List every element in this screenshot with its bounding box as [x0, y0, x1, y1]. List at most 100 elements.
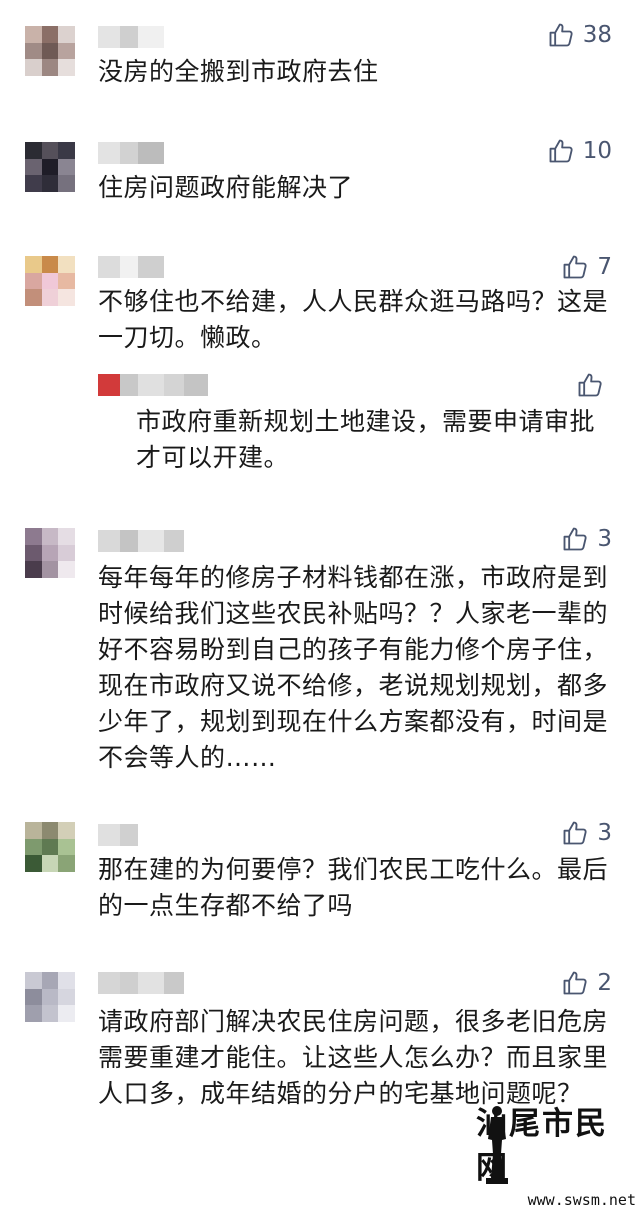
avatar-pixel: [58, 256, 75, 273]
avatar-pixel: [25, 988, 42, 1006]
like-count: 10: [582, 138, 612, 164]
name-pixel: [98, 530, 120, 552]
name-pixel: [120, 142, 138, 164]
name-pixel: [120, 26, 138, 48]
name-pixel: [120, 256, 138, 278]
reply-text: 市政府重新规划土地建设，需要申请审批才可以开建。: [136, 407, 596, 472]
avatar-pixel: [58, 528, 75, 545]
avatar-pixel: [58, 142, 75, 159]
comment-text: 不够住也不给建，人人民群众逛马路吗？这是一刀切。懒政。: [98, 287, 609, 352]
avatar-pixel: [25, 142, 42, 159]
name-pixel: [120, 530, 138, 552]
avatar-pixel: [58, 272, 75, 290]
like-count: 7: [597, 254, 612, 280]
avatar-pixel: [25, 289, 42, 306]
thumbs-up-icon: [578, 373, 602, 397]
avatar-pixel: [58, 544, 75, 562]
comment-1: 38 没房的全搬到市政府去住: [0, 0, 640, 120]
name-pixel: [138, 374, 164, 396]
thumbs-up-icon: [549, 23, 573, 47]
avatar-pixel: [58, 822, 75, 839]
thumbs-up-icon: [549, 139, 573, 163]
comment-text: 没房的全搬到市政府去住: [98, 57, 379, 86]
statue-figure-icon: [486, 1106, 508, 1184]
avatar-pixel: [41, 142, 59, 159]
name-pixel: [138, 142, 164, 164]
avatar-pixel: [25, 42, 42, 60]
comment-text: 那在建的为何要停？我们农民工吃什么。最后的一点生存都不给了吗: [98, 855, 609, 920]
avatar-pixel: [41, 256, 59, 273]
avatar-pixel: [25, 822, 42, 839]
avatar-pixel: [25, 175, 42, 192]
like-button[interactable]: 7: [561, 252, 612, 282]
avatar[interactable]: [25, 822, 75, 872]
name-pixel: [98, 142, 120, 164]
username[interactable]: [98, 256, 164, 278]
avatar-pixel: [41, 158, 59, 176]
avatar-pixel: [58, 1005, 75, 1022]
like-button[interactable]: [576, 370, 612, 400]
avatar-pixel: [41, 855, 59, 872]
name-pixel: [98, 972, 120, 994]
avatar-pixel: [58, 158, 75, 176]
avatar-pixel: [41, 972, 59, 989]
like-button[interactable]: 3: [561, 818, 612, 848]
avatar-pixel: [41, 544, 59, 562]
avatar-pixel: [41, 822, 59, 839]
avatar-pixel: [25, 544, 42, 562]
name-pixel: [120, 374, 138, 396]
avatar[interactable]: [25, 256, 75, 306]
avatar-pixel: [58, 289, 75, 306]
avatar[interactable]: [25, 142, 75, 192]
avatar[interactable]: [25, 972, 75, 1022]
name-pixel: [98, 824, 120, 846]
avatar-pixel: [41, 272, 59, 290]
name-pixel: [98, 374, 120, 396]
like-count: 3: [597, 820, 612, 846]
avatar-pixel: [41, 561, 59, 578]
watermark-url: www.swsm.net: [527, 1191, 636, 1209]
like-button[interactable]: 38: [547, 20, 612, 50]
name-pixel: [138, 256, 164, 278]
comment-text: 每年每年的修房子材料钱都在涨，市政府是到时候给我们这些农民补贴吗？？人家老一辈的…: [98, 563, 609, 772]
avatar-pixel: [41, 1005, 59, 1022]
like-count: 3: [597, 526, 612, 552]
avatar-pixel: [41, 289, 59, 306]
avatar-pixel: [25, 855, 42, 872]
reply-author[interactable]: [98, 374, 208, 396]
like-button[interactable]: 2: [561, 968, 612, 998]
thumbs-up-icon: [563, 971, 587, 995]
avatar-pixel: [25, 528, 42, 545]
avatar-pixel: [58, 175, 75, 192]
like-button[interactable]: 10: [547, 136, 612, 166]
name-pixel: [98, 256, 120, 278]
username[interactable]: [98, 142, 164, 164]
avatar-pixel: [41, 42, 59, 60]
site-watermark: 汕尾市民网 www.swsm.net: [476, 1102, 636, 1209]
avatar-pixel: [58, 855, 75, 872]
avatar-pixel: [58, 26, 75, 43]
username[interactable]: [98, 26, 164, 48]
avatar-pixel: [58, 972, 75, 989]
name-pixel: [184, 374, 208, 396]
username[interactable]: [98, 530, 184, 552]
avatar-pixel: [58, 988, 75, 1006]
avatar[interactable]: [25, 26, 75, 76]
thumbs-up-icon: [563, 255, 587, 279]
avatar[interactable]: [25, 528, 75, 578]
name-pixel: [164, 374, 184, 396]
avatar-pixel: [25, 256, 42, 273]
name-pixel: [164, 972, 184, 994]
like-button[interactable]: 3: [561, 524, 612, 554]
name-pixel: [120, 972, 138, 994]
avatar-pixel: [58, 561, 75, 578]
username[interactable]: [98, 824, 138, 846]
avatar-pixel: [41, 26, 59, 43]
name-pixel: [138, 972, 164, 994]
avatar-pixel: [25, 561, 42, 578]
avatar-pixel: [58, 42, 75, 60]
thumbs-up-icon: [563, 821, 587, 845]
username[interactable]: [98, 972, 184, 994]
name-pixel: [138, 26, 164, 48]
name-pixel: [120, 824, 138, 846]
